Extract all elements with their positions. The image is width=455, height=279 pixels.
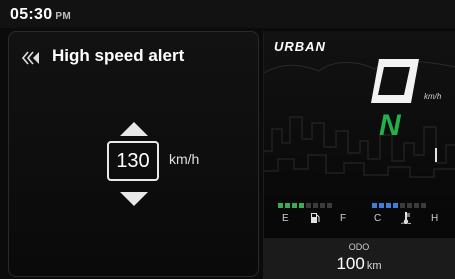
panel-title: High speed alert [52, 46, 185, 65]
speed-unit: km/h [424, 92, 442, 101]
odometer: ODO 100 km [263, 238, 455, 279]
fuel-gauge-segment [299, 203, 304, 208]
decrease-button[interactable] [119, 191, 149, 207]
cluster-screen: 05:30 PM High speed alert 130 km/h URBAN… [0, 0, 455, 279]
fuel-gauge-segment [306, 203, 311, 208]
clock: 05:30 PM [10, 6, 71, 24]
speed-limit-value[interactable]: 130 [107, 141, 159, 181]
triangle-down-icon [120, 192, 148, 206]
fuel-pump-icon [311, 213, 320, 223]
temp-cold-label: C [374, 213, 382, 224]
increase-button[interactable] [119, 121, 149, 137]
clock-time: 05:30 [10, 6, 53, 23]
temp-gauge-bar [372, 203, 426, 208]
temp-gauge-segment [407, 203, 412, 208]
fuel-gauge-segment [313, 203, 318, 208]
speed-digit [371, 59, 419, 103]
fuel-gauge-segment [292, 203, 297, 208]
status-bar: 05:30 PM [0, 0, 455, 28]
temp-gauge-segment [421, 203, 426, 208]
temp-gauge-segment [393, 203, 398, 208]
odo-unit: km [366, 260, 382, 272]
fuel-gauge-segment [285, 203, 290, 208]
speed-limit-unit: km/h [169, 151, 200, 167]
odo-label: ODO [348, 242, 370, 252]
thermometer-icon [401, 212, 411, 224]
fuel-full-label: F [340, 213, 347, 224]
clock-ampm: PM [55, 11, 72, 22]
temp-gauge-segment [414, 203, 419, 208]
temp-gauge-segment [400, 203, 405, 208]
triangle-up-icon [120, 122, 148, 136]
fuel-gauge-segment [278, 203, 283, 208]
temp-gauge-segment [386, 203, 391, 208]
city-skyline-background [264, 60, 455, 178]
speed-limit-stepper: 130 km/h [105, 121, 225, 211]
fuel-gauge-segment [327, 203, 332, 208]
fuel-gauge-segment [320, 203, 325, 208]
gear-indicator: N [379, 109, 401, 142]
temp-gauge-segment [379, 203, 384, 208]
ride-mode-label: URBAN [274, 39, 326, 54]
rpm-marker [435, 148, 437, 162]
high-speed-alert-panel: High speed alert 130 km/h [8, 31, 259, 277]
odo-value: 100 [336, 254, 365, 273]
fuel-empty-label: E [282, 213, 289, 224]
temp-gauge-segment [372, 203, 377, 208]
double-chevron-left-icon[interactable] [21, 49, 43, 67]
fuel-gauge-bar [278, 203, 332, 208]
odo-reading: 100 km [263, 254, 455, 274]
temp-hot-label: H [431, 213, 439, 224]
